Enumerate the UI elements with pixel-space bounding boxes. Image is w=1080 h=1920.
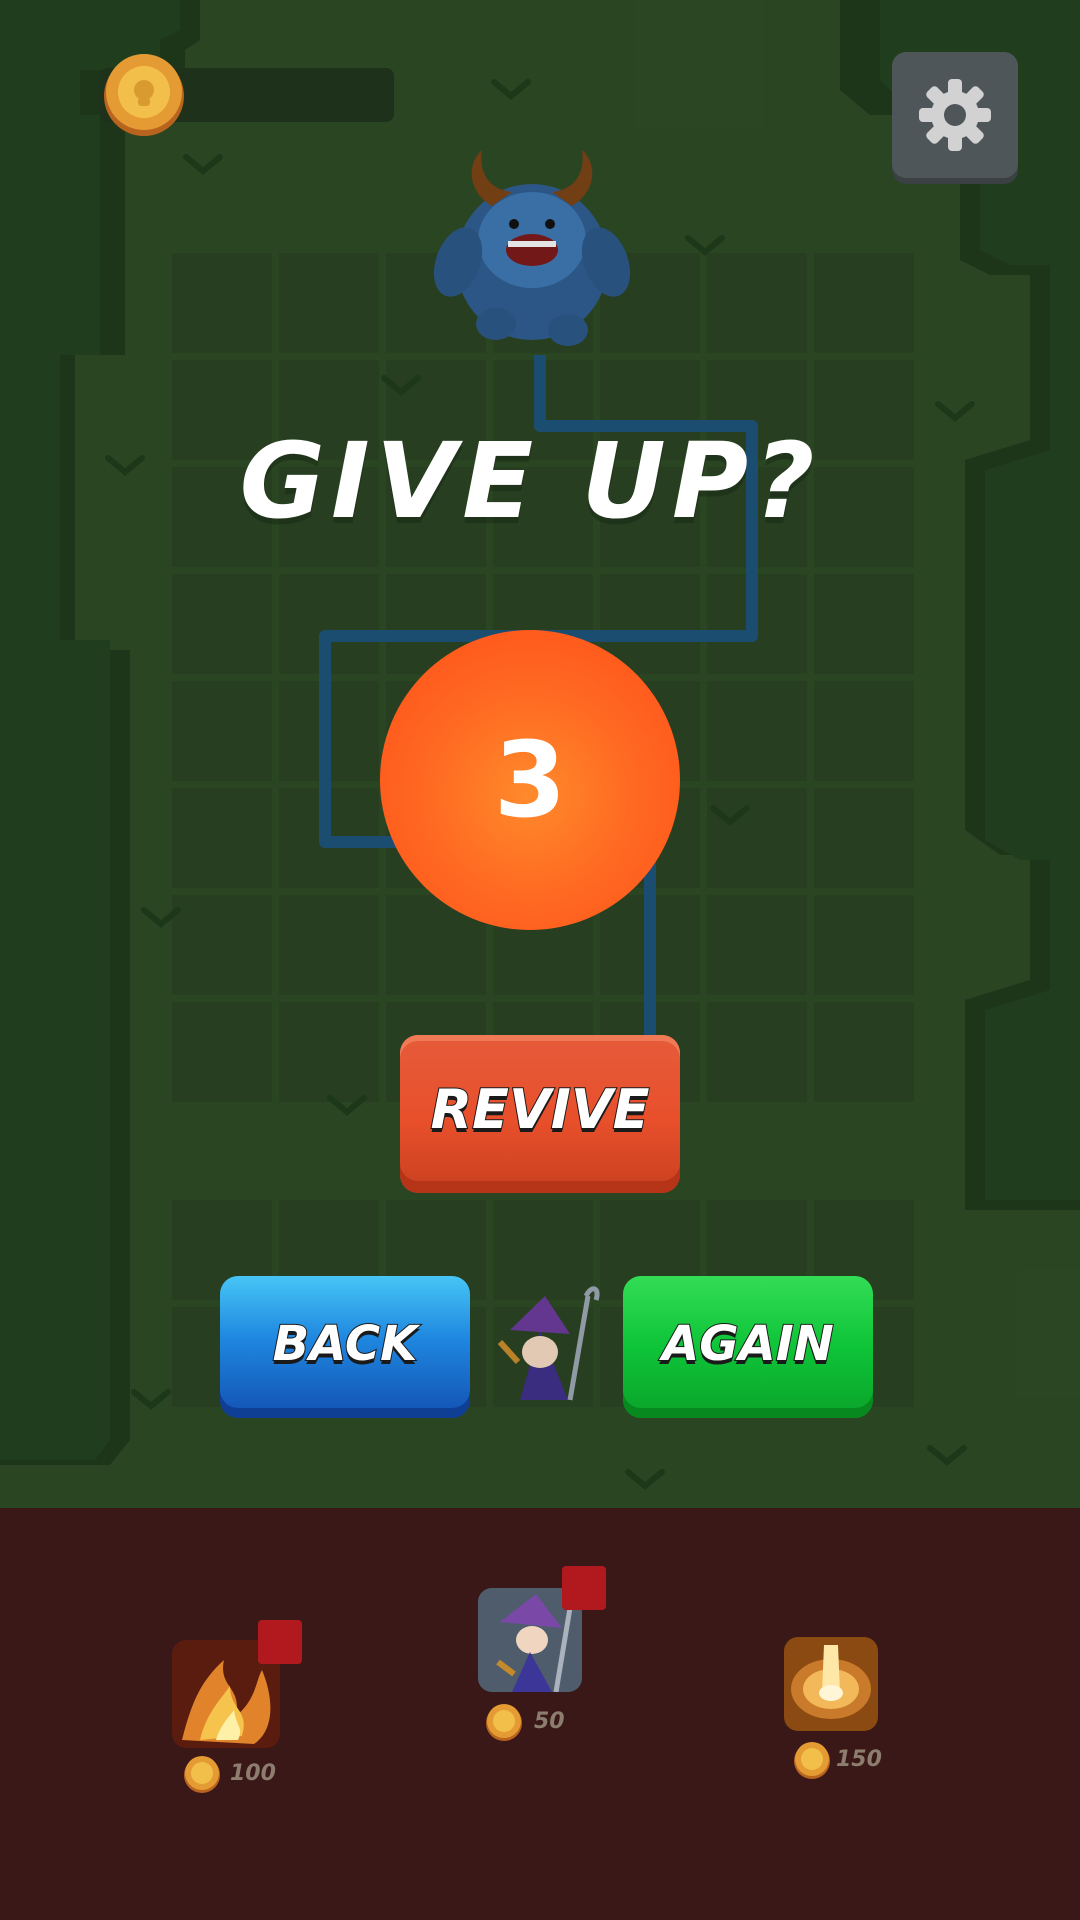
coin-icon [184,1756,220,1793]
back-button[interactable]: BACK [220,1276,470,1418]
give-up-title: GIVE UP? [239,420,821,542]
gear-icon [919,79,991,151]
shop-price-label: 150 [836,1747,882,1772]
coin-icon [102,52,186,136]
shop-price-50: 50 [484,1702,594,1742]
revive-button-label: REVIVE [429,1077,650,1142]
notification-badge [562,1566,606,1610]
shop-price-100: 100 [182,1754,302,1794]
coin-balance-value [190,70,380,120]
shop-price-150: 150 [792,1740,912,1780]
game-screen: GIVE UP? 3 REVIVE BACK AGAIN 100 50 150 [0,0,1080,1920]
light-blast-icon [784,1637,878,1731]
shop-price-label: 50 [534,1709,565,1734]
again-button[interactable]: AGAIN [623,1276,873,1418]
coin-icon [486,1704,522,1741]
coin-icon [794,1742,830,1779]
countdown-number: 3 [493,719,567,841]
again-button-label: AGAIN [661,1315,835,1373]
revive-button[interactable]: REVIVE [400,1035,680,1193]
notification-badge [258,1620,302,1664]
shop-item-light-blast[interactable] [784,1637,878,1731]
shop-price-label: 100 [230,1761,276,1786]
back-button-label: BACK [272,1315,419,1373]
settings-button[interactable] [892,52,1018,178]
